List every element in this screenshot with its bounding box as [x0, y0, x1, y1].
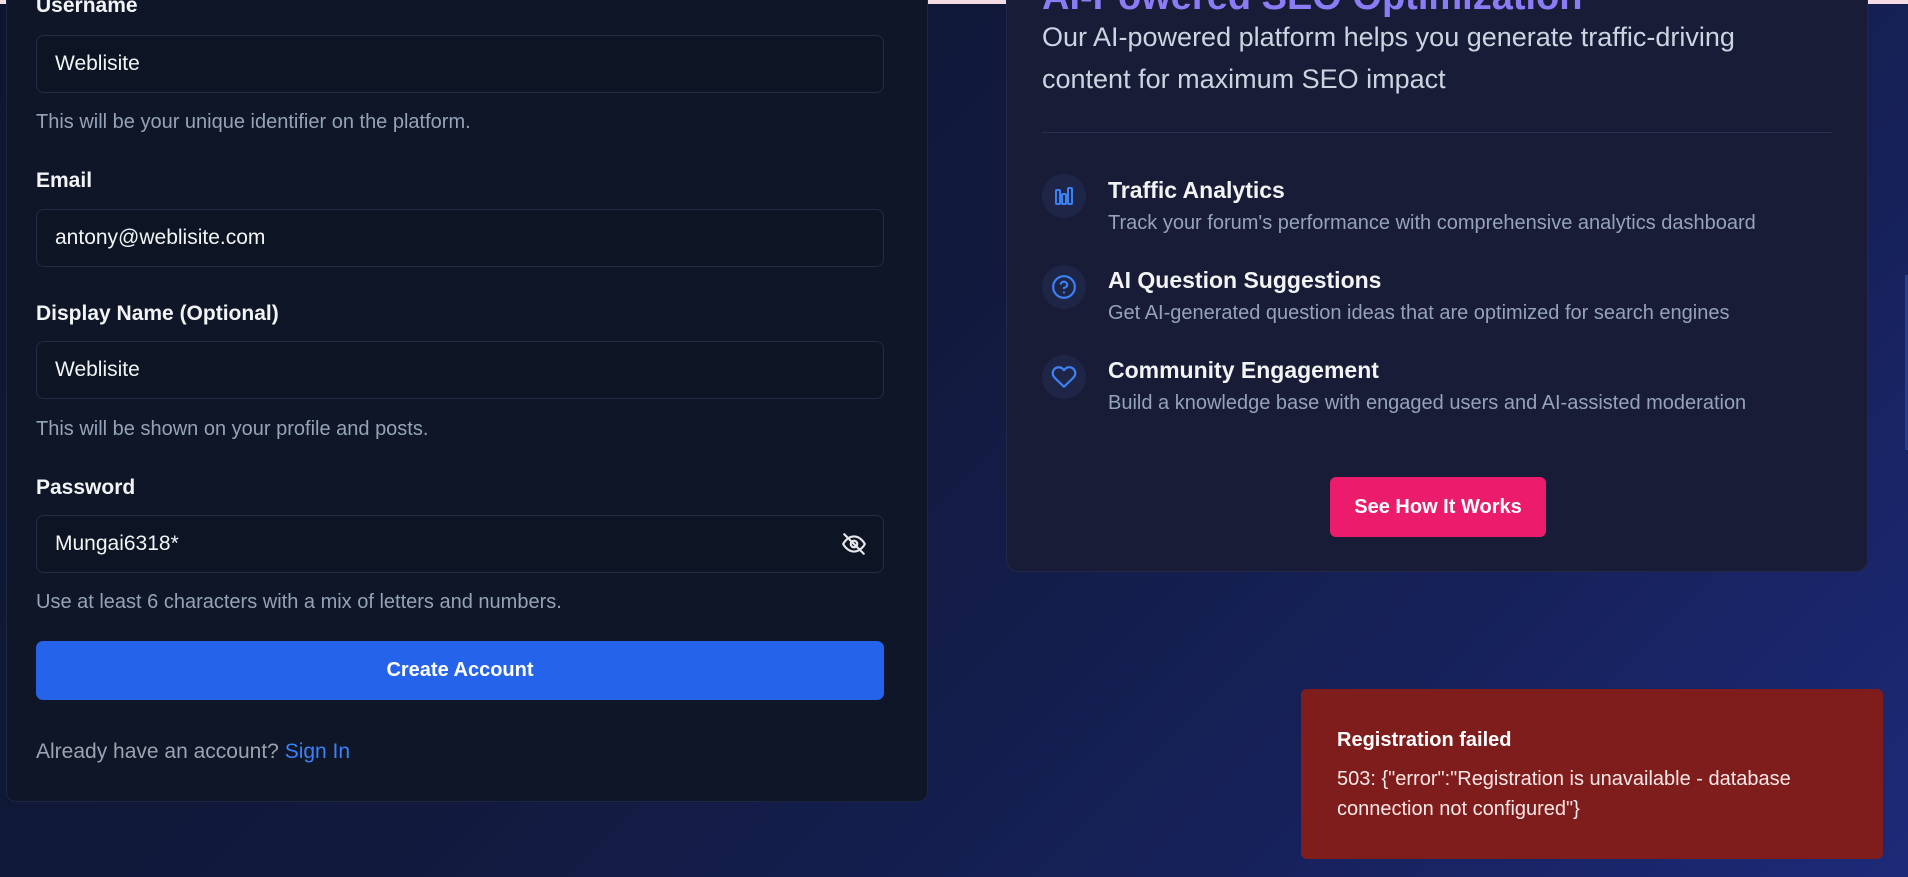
signin-prompt: Already have an account? Sign In	[36, 740, 350, 764]
display-name-hint: This will be shown on your profile and p…	[36, 418, 429, 440]
bar-chart-icon	[1042, 174, 1086, 218]
username-input[interactable]: Weblisite	[36, 35, 884, 93]
email-label: Email	[36, 169, 93, 192]
password-label: Password	[36, 476, 136, 499]
registration-error-toast: Registration failed 503: {"error":"Regis…	[1301, 689, 1883, 859]
toast-message: 503: {"error":"Registration is unavailab…	[1337, 768, 1791, 820]
eye-off-icon[interactable]	[841, 531, 867, 557]
password-value: Mungai6318*	[55, 532, 179, 555]
see-how-it-works-button[interactable]: See How It Works	[1330, 477, 1546, 537]
question-circle-icon	[1042, 265, 1086, 309]
email-input[interactable]: antony@weblisite.com	[36, 209, 884, 267]
feature-desc-community-engagement: Build a knowledge base with engaged user…	[1108, 392, 1747, 414]
feature-title-traffic-analytics: Traffic Analytics	[1108, 177, 1285, 203]
info-subtitle: Our AI-powered platform helps you genera…	[1042, 22, 1735, 94]
already-have-account-text: Already have an account?	[36, 740, 279, 763]
feature-title-community-engagement: Community Engagement	[1108, 357, 1379, 383]
feature-title-ai-question-suggestions: AI Question Suggestions	[1108, 267, 1382, 293]
display-name-input[interactable]: Weblisite	[36, 341, 884, 399]
feature-desc-ai-question-suggestions: Get AI-generated question ideas that are…	[1108, 302, 1730, 324]
password-input[interactable]: Mungai6318*	[36, 515, 884, 573]
info-divider	[1042, 132, 1832, 133]
create-account-button[interactable]: Create Account	[36, 641, 884, 700]
sign-in-link[interactable]: Sign In	[285, 740, 350, 763]
password-hint: Use at least 6 characters with a mix of …	[36, 591, 562, 613]
toast-title: Registration failed	[1337, 729, 1512, 751]
username-label: Username	[36, 0, 138, 17]
display-name-label: Display Name (Optional)	[36, 302, 279, 325]
heart-icon	[1042, 355, 1086, 399]
feature-desc-traffic-analytics: Track your forum's performance with comp…	[1108, 212, 1756, 234]
username-hint: This will be your unique identifier on t…	[36, 111, 471, 133]
